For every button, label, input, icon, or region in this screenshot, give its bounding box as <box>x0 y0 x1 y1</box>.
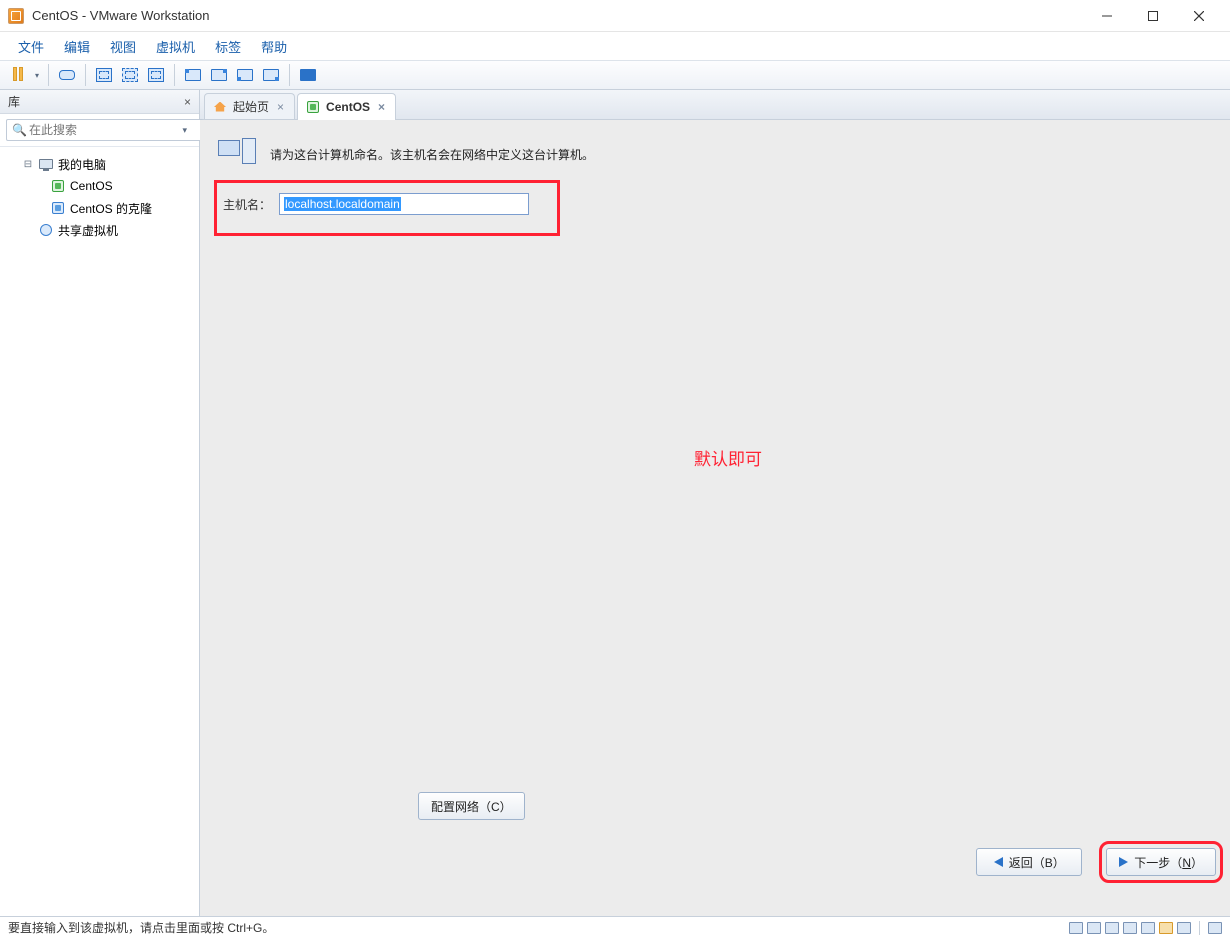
tree-shared-label: 共享虚拟机 <box>58 222 118 239</box>
vm-content[interactable]: 请为这台计算机命名。该主机名会在网络中定义这台计算机。 主机名： localho… <box>200 120 1230 916</box>
toolbar-separator <box>85 64 86 86</box>
status-device-icon[interactable] <box>1159 922 1173 934</box>
sidebar-search: 🔍 ▾ <box>0 114 199 147</box>
minimize-button[interactable] <box>1084 1 1130 31</box>
view-tl-button[interactable] <box>181 63 205 87</box>
hostname-input[interactable]: localhost.localdomain <box>279 193 529 215</box>
view-tr-button[interactable] <box>207 63 231 87</box>
tree-item-label: CentOS 的克隆 <box>70 200 152 217</box>
computer-icon <box>38 156 54 172</box>
menu-help[interactable]: 帮助 <box>253 33 295 60</box>
status-hint: 要直接输入到该虚拟机，请点击里面或按 Ctrl+G。 <box>8 919 274 936</box>
titlebar: CentOS - VMware Workstation <box>0 0 1230 32</box>
status-device-icon[interactable] <box>1141 922 1155 934</box>
link-button[interactable] <box>55 63 79 87</box>
search-dropdown-icon[interactable]: ▾ <box>182 125 187 136</box>
configure-network-label: 配置网络（C） <box>431 798 512 815</box>
status-device-icon[interactable] <box>1069 922 1083 934</box>
main-area: 起始页 × CentOS × 请为这台计算机命名。该主机名会在网络中定义这台计算… <box>200 90 1230 916</box>
menu-tabs[interactable]: 标签 <box>207 33 249 60</box>
status-device-icon[interactable] <box>1123 922 1137 934</box>
tab-centos-label: CentOS <box>326 100 370 114</box>
toolbar-separator <box>48 64 49 86</box>
tab-close-icon[interactable]: × <box>376 100 387 114</box>
hostname-highlight: 主机名： localhost.localdomain <box>214 180 560 236</box>
status-icons <box>1069 921 1222 935</box>
next-label: 下一步（N） <box>1134 854 1203 871</box>
hostname-label: 主机名： <box>223 196 271 213</box>
home-icon <box>213 100 227 114</box>
tab-home-label: 起始页 <box>233 98 269 115</box>
close-button[interactable] <box>1176 1 1222 31</box>
vm-icon <box>306 100 320 114</box>
status-device-icon[interactable] <box>1087 922 1101 934</box>
tab-centos[interactable]: CentOS × <box>297 93 396 120</box>
tab-bar: 起始页 × CentOS × <box>200 90 1230 120</box>
instruction-text: 请为这台计算机命名。该主机名会在网络中定义这台计算机。 <box>270 146 594 163</box>
next-button[interactable]: 下一步（N） <box>1106 848 1216 876</box>
vm-icon <box>50 200 66 216</box>
menu-edit[interactable]: 编辑 <box>56 33 98 60</box>
share-icon <box>38 222 54 238</box>
tab-close-icon[interactable]: × <box>275 100 286 114</box>
search-input[interactable] <box>6 119 203 141</box>
sidebar-header: 库 × <box>0 90 199 114</box>
vm-icon <box>50 178 66 194</box>
sidebar-title: 库 <box>8 93 20 110</box>
configure-network-button[interactable]: 配置网络（C） <box>418 792 525 820</box>
menubar: 文件 编辑 视图 虚拟机 标签 帮助 <box>0 32 1230 60</box>
tree-shared-vms[interactable]: 共享虚拟机 <box>4 219 195 241</box>
status-device-icon[interactable] <box>1177 922 1191 934</box>
snapshot-revert-button[interactable] <box>118 63 142 87</box>
toolbar: ▾ <box>0 60 1230 90</box>
sidebar-tree: ⊟ 我的电脑 CentOS CentOS 的克隆 共享虚拟机 <box>0 147 199 916</box>
arrow-right-icon <box>1119 857 1128 867</box>
tree-root-computer[interactable]: ⊟ 我的电脑 <box>4 153 195 175</box>
fullscreen-button[interactable] <box>296 63 320 87</box>
status-device-icon[interactable] <box>1105 922 1119 934</box>
maximize-button[interactable] <box>1130 1 1176 31</box>
snapshot-manager-button[interactable] <box>144 63 168 87</box>
statusbar: 要直接输入到该虚拟机，请点击里面或按 Ctrl+G。 <box>0 916 1230 938</box>
view-bl-button[interactable] <box>233 63 257 87</box>
back-label: 返回（B） <box>1009 854 1065 871</box>
sidebar: 库 × 🔍 ▾ ⊟ 我的电脑 CentOS CentOS 的克隆 <box>0 90 200 916</box>
snapshot-button[interactable] <box>92 63 116 87</box>
instruction-row: 请为这台计算机命名。该主机名会在网络中定义这台计算机。 <box>218 138 1216 170</box>
sidebar-close-icon[interactable]: × <box>184 95 191 109</box>
app-icon <box>8 8 24 24</box>
menu-view[interactable]: 视图 <box>102 33 144 60</box>
arrow-left-icon <box>994 857 1003 867</box>
status-message-icon[interactable] <box>1208 922 1222 934</box>
back-button[interactable]: 返回（B） <box>976 848 1082 876</box>
computer-pair-icon <box>218 138 260 170</box>
tree-item-centos[interactable]: CentOS <box>4 175 195 197</box>
tab-home[interactable]: 起始页 × <box>204 93 295 119</box>
pause-dropdown[interactable]: ▾ <box>32 71 42 80</box>
menu-file[interactable]: 文件 <box>10 33 52 60</box>
tree-root-label: 我的电脑 <box>58 156 106 173</box>
tree-item-label: CentOS <box>70 179 113 193</box>
view-br-button[interactable] <box>259 63 283 87</box>
pause-button[interactable] <box>6 63 30 87</box>
tree-item-centos-clone[interactable]: CentOS 的克隆 <box>4 197 195 219</box>
window-title: CentOS - VMware Workstation <box>32 8 1084 23</box>
status-separator <box>1199 921 1200 935</box>
annotation-text: 默认即可 <box>694 445 762 470</box>
menu-vm[interactable]: 虚拟机 <box>148 33 203 60</box>
toolbar-separator <box>174 64 175 86</box>
hostname-value: localhost.localdomain <box>284 197 401 211</box>
wizard-buttons: 返回（B） 下一步（N） <box>976 848 1216 876</box>
collapse-icon[interactable]: ⊟ <box>22 159 34 170</box>
toolbar-separator <box>289 64 290 86</box>
hostname-row: 主机名： localhost.localdomain <box>223 193 547 215</box>
